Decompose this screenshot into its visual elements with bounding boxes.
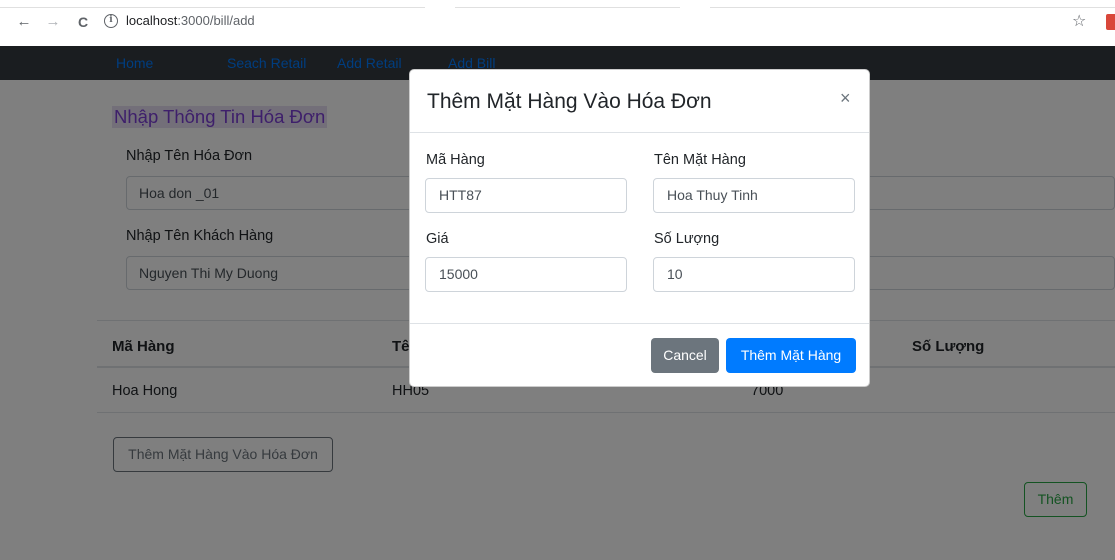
url-host: localhost — [126, 13, 178, 28]
cancel-button[interactable]: Cancel — [651, 338, 719, 373]
tab-divider — [0, 0, 425, 8]
modal-title: Thêm Mặt Hàng Vào Hóa Đơn — [427, 90, 712, 113]
tab-divider — [455, 0, 680, 8]
info-icon[interactable]: i — [104, 14, 118, 28]
url-text[interactable]: localhost:3000/bill/add — [126, 13, 255, 28]
browser-chrome: ← → C i localhost:3000/bill/add ☆ — [0, 0, 1115, 46]
item-code-input[interactable]: HTT87 — [425, 178, 627, 213]
url-path: :3000/bill/add — [177, 13, 255, 28]
close-icon[interactable]: × — [840, 88, 851, 109]
add-item-confirm-button[interactable]: Thêm Mặt Hàng — [726, 338, 856, 373]
tab-divider — [710, 0, 1115, 8]
price-input[interactable]: 15000 — [425, 257, 627, 292]
quantity-input[interactable]: 10 — [653, 257, 855, 292]
extension-icon[interactable] — [1106, 14, 1115, 30]
reload-icon[interactable]: C — [73, 12, 93, 32]
modal-header: Thêm Mặt Hàng Vào Hóa Đơn × — [410, 70, 869, 133]
quantity-label: Số Lượng — [654, 231, 720, 247]
item-code-label: Mã Hàng — [426, 152, 485, 168]
item-name-input[interactable]: Hoa Thuy Tinh — [653, 178, 855, 213]
add-item-modal: Thêm Mặt Hàng Vào Hóa Đơn × Mã Hàng HTT8… — [409, 69, 870, 387]
forward-arrow-icon[interactable]: → — [43, 12, 63, 32]
modal-footer-divider — [410, 323, 869, 324]
bookmark-star-icon[interactable]: ☆ — [1072, 11, 1086, 31]
price-label: Giá — [426, 231, 449, 247]
address-bar[interactable]: i localhost:3000/bill/add — [104, 11, 1004, 35]
tab-strip — [0, 0, 1115, 8]
item-name-label: Tên Mặt Hàng — [654, 152, 746, 168]
back-arrow-icon[interactable]: ← — [14, 12, 34, 32]
